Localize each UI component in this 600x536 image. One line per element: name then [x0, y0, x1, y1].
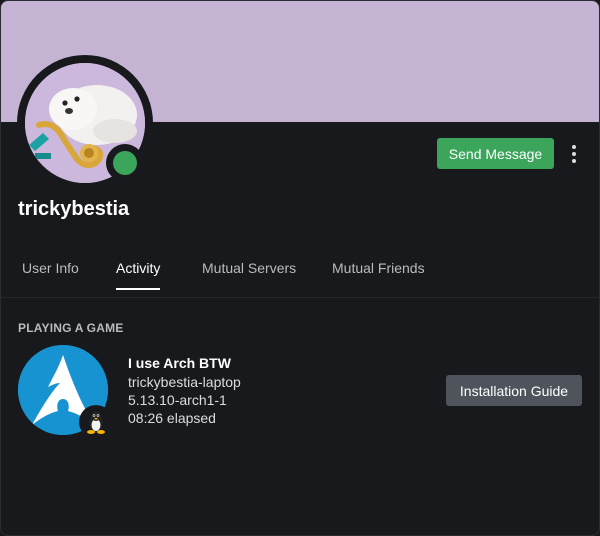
tux-penguin-icon [82, 408, 110, 436]
activity-title: I use Arch BTW [128, 355, 231, 371]
user-profile-popout: Send Message trickybestia User Info Acti… [0, 0, 600, 536]
profile-tabs: User Info Activity Mutual Servers Mutual… [1, 241, 599, 298]
send-message-button[interactable]: Send Message [437, 138, 554, 169]
activity-state: 5.13.10-arch1-1 [128, 392, 227, 408]
username: trickybestia [18, 198, 130, 220]
installation-guide-button[interactable]: Installation Guide [446, 375, 582, 406]
tab-user-info[interactable]: User Info [22, 260, 79, 288]
tab-mutual-friends[interactable]: Mutual Friends [332, 260, 425, 288]
more-vertical-icon[interactable] [564, 141, 584, 167]
activity-elapsed: 08:26 elapsed [128, 410, 216, 426]
tab-activity[interactable]: Activity [116, 260, 161, 290]
activity-details: trickybestia-laptop [128, 374, 241, 390]
more-dot [572, 145, 576, 149]
activity-section-label: PLAYING A GAME [18, 321, 124, 335]
tab-mutual-servers[interactable]: Mutual Servers [202, 260, 296, 288]
online-status-icon [113, 151, 137, 175]
more-dot [572, 159, 576, 163]
more-dot [572, 152, 576, 156]
